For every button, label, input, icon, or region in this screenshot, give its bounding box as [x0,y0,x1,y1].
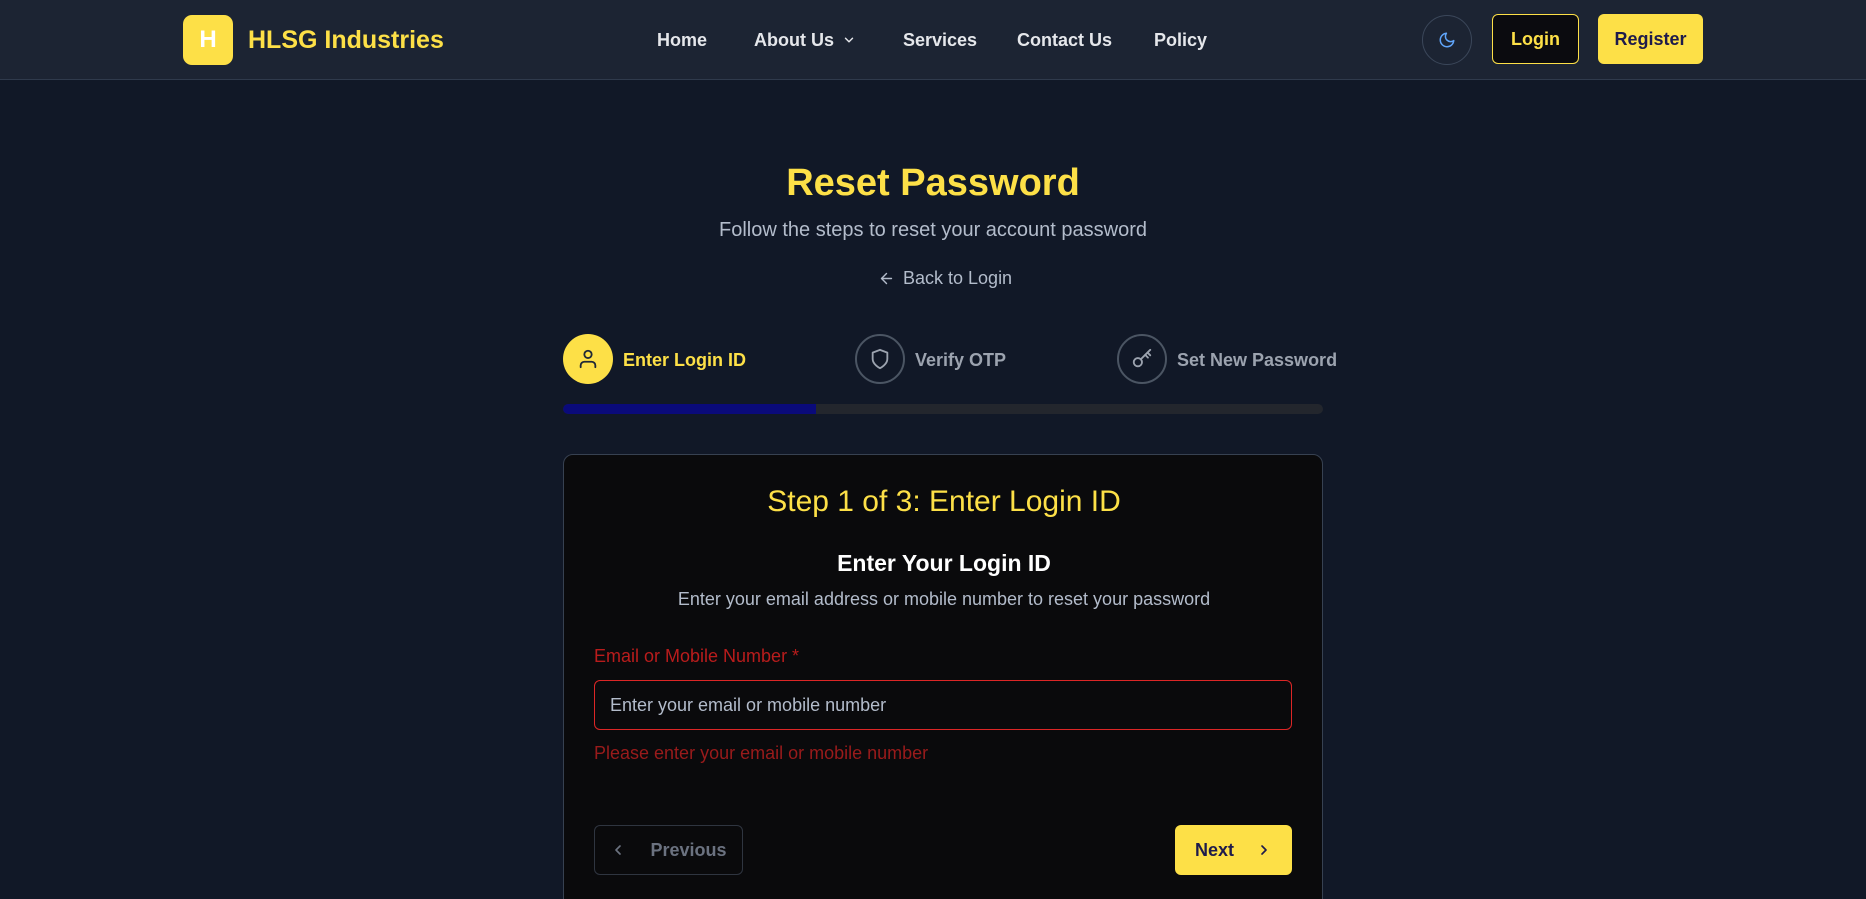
step-1-indicator [563,334,613,384]
logo-icon[interactable]: H [183,15,233,65]
user-icon [579,349,597,369]
step-2-indicator [855,334,905,384]
step-2-label: Verify OTP [915,350,1007,370]
previous-label: Previous [650,839,727,860]
next-button[interactable]: Next [1175,825,1292,875]
brand-name[interactable]: HLSG Industries [248,25,444,55]
nav-about-label: About Us [754,30,834,50]
page-subtitle: Follow the steps to reset your account p… [719,219,1147,241]
step-progress-fill [563,404,817,414]
chevron-down-icon [844,37,854,43]
nav-about-us[interactable]: About Us [754,28,856,52]
login-id-input[interactable] [594,680,1292,730]
step-1-label: Enter Login ID [623,350,746,370]
chevron-left-icon [615,845,622,855]
theme-toggle-button[interactable] [1422,15,1472,65]
nav-home-label: Home [657,30,708,50]
moon-icon [1439,32,1455,48]
page-title: Reset Password [786,162,1080,204]
nav-services[interactable]: Services [903,28,977,52]
login-id-label: Email or Mobile Number * [594,646,800,666]
back-to-login-label: Back to Login [903,267,1013,288]
nav-contact-us[interactable]: Contact Us [1017,28,1112,52]
next-label: Next [1194,839,1234,860]
nav-policy[interactable]: Policy [1154,28,1207,52]
card-heading: Enter Your Login ID [837,550,1051,576]
card-step-title: Step 1 of 3: Enter Login ID [767,485,1121,518]
register-button[interactable]: Register [1598,14,1703,64]
card-description: Enter your email address or mobile numbe… [677,589,1211,609]
nav-policy-label: Policy [1154,30,1208,50]
nav-home[interactable]: Home [657,28,707,52]
previous-button[interactable]: Previous [594,825,743,875]
back-to-login-link[interactable]: Back to Login [878,266,1012,290]
nav-contact-label: Contact Us [1017,30,1113,50]
shield-icon [871,348,889,370]
reset-password-card: Step 1 of 3: Enter Login ID Enter Your L… [563,454,1323,899]
key-icon [1132,348,1152,368]
arrow-left-icon [880,272,893,284]
step-3-label: Set New Password [1177,350,1338,370]
top-navbar: H HLSG Industries Home About Us Services… [0,0,1866,80]
chevron-right-icon [1261,845,1267,855]
nav-services-label: Services [903,30,978,50]
login-button[interactable]: Login [1492,14,1579,64]
login-id-error: Please enter your email or mobile number [594,743,929,763]
step-3-indicator [1117,334,1167,384]
step-progress-bar [563,404,1323,414]
logo-letter: H [199,26,217,53]
